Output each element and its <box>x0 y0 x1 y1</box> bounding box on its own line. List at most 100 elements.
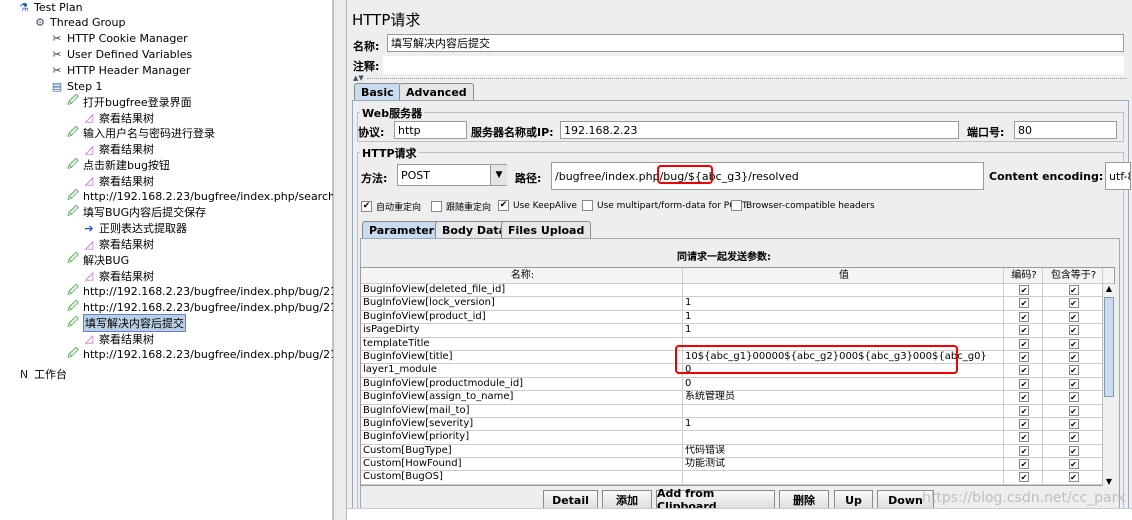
checkbox[interactable]: 跟随重定向 <box>431 200 491 213</box>
checkbox[interactable]: ✔ 自动重定向 <box>361 200 421 213</box>
include-equals-checkbox[interactable]: ✔ <box>1068 459 1079 470</box>
tab-basic[interactable]: Basic <box>354 83 401 100</box>
path-input[interactable]: /bugfree/index.php/bug/${abc_g3}/resolve… <box>551 162 984 190</box>
encode-cell[interactable]: ✔ <box>1004 458 1043 471</box>
protocol-input[interactable]: http <box>394 121 467 139</box>
param-value[interactable] <box>683 284 1004 297</box>
encode-checkbox[interactable]: ✔ <box>1019 405 1029 416</box>
tree-node[interactable]: 🖉 填写解决内容后提交 <box>66 314 186 332</box>
param-value[interactable]: 1 <box>683 324 1004 337</box>
include-equals-checkbox[interactable]: ✔ <box>1068 392 1079 403</box>
checkbox[interactable]: ✔ Use KeepAlive <box>498 200 577 211</box>
include-equals-checkbox[interactable]: ✔ <box>1068 418 1079 429</box>
include-equals-checkbox[interactable]: ✔ <box>1068 365 1079 376</box>
param-value[interactable]: 1 <box>683 417 1004 431</box>
param-name[interactable]: Custom[HowFound] <box>361 458 683 471</box>
tree-node[interactable]: 🖉 http://192.168.2.23/bugfree/index.php/b… <box>66 347 344 363</box>
encode-cell[interactable]: ✔ <box>1004 350 1043 364</box>
encode-checkbox[interactable]: ✔ <box>1019 338 1029 349</box>
tree-node[interactable]: 🖉 填写BUG内容后提交保存 <box>66 204 206 220</box>
tree-node[interactable]: 🖉 输入用户名与密码进行登录 <box>66 125 215 141</box>
param-name[interactable]: BugInfoView[productmodule_id] <box>361 377 683 391</box>
include-equals-cell[interactable]: ✔ <box>1043 391 1103 404</box>
tree-node[interactable]: ◿ 察看结果树 <box>82 236 154 252</box>
param-value[interactable]: 1 <box>683 310 1004 324</box>
include-equals-cell[interactable]: ✔ <box>1043 310 1103 324</box>
include-equals-checkbox[interactable]: ✔ <box>1068 298 1079 309</box>
encode-checkbox[interactable]: ✔ <box>1019 298 1029 309</box>
include-equals-checkbox[interactable]: ✔ <box>1068 351 1079 362</box>
table-row[interactable]: BugInfoView[severity] 1 ✔ ✔ <box>361 417 1114 432</box>
encode-cell[interactable]: ✔ <box>1004 310 1043 324</box>
comment-input[interactable] <box>383 56 1124 74</box>
table-row[interactable]: BugInfoView[deleted_file_id] ✔ ✔ <box>361 284 1114 298</box>
table-row[interactable]: isPageDirty 1 ✔ ✔ <box>361 324 1114 338</box>
up-button[interactable]: Up <box>834 490 873 510</box>
tree-node[interactable]: ◿ 察看结果树 <box>82 110 154 126</box>
tree-node[interactable]: ◿ 察看结果树 <box>82 331 154 347</box>
encode-checkbox[interactable]: ✔ <box>1019 418 1029 429</box>
col-include-equals[interactable]: 包含等于? <box>1043 268 1103 283</box>
include-equals-checkbox[interactable]: ✔ <box>1068 338 1079 349</box>
table-scrollbar[interactable]: ▲ ▼ <box>1102 284 1115 486</box>
include-equals-cell[interactable]: ✔ <box>1043 417 1103 431</box>
scroll-down-icon[interactable]: ▼ <box>1103 477 1115 486</box>
tree-node[interactable]: ◿ 察看结果树 <box>82 173 154 189</box>
encode-checkbox[interactable]: ✔ <box>1019 365 1029 376</box>
tree-node[interactable]: ✂ User Defined Variables <box>50 46 192 62</box>
param-name[interactable]: BugInfoView[deleted_file_id] <box>361 284 683 297</box>
encode-cell[interactable]: ✔ <box>1004 444 1043 458</box>
add-from-clipboard-button[interactable]: Add from Clipboard <box>656 487 775 513</box>
checkbox-box[interactable]: ✔ <box>361 201 372 212</box>
include-equals-checkbox[interactable]: ✔ <box>1068 378 1079 389</box>
parameters-table[interactable]: 名称: 值 编码? 包含等于? BugInfoView[deleted_file… <box>360 267 1115 486</box>
param-name[interactable]: BugInfoView[lock_version] <box>361 297 683 310</box>
server-input[interactable]: 192.168.2.23 <box>560 121 959 139</box>
tree-node[interactable]: 🖉 http://192.168.2.23/bugfree/index.php/b… <box>66 283 344 299</box>
tree-node[interactable]: 🖉 点击新建bug按钮 <box>66 157 170 173</box>
tree-node[interactable]: ◿ 察看结果树 <box>82 141 154 157</box>
split-pane-divider[interactable] <box>333 0 347 520</box>
include-equals-cell[interactable]: ✔ <box>1043 297 1103 310</box>
tree-node[interactable]: 🖉 打开bugfree登录界面 <box>66 94 192 110</box>
encode-cell[interactable]: ✔ <box>1004 404 1043 417</box>
encode-cell[interactable]: ✔ <box>1004 417 1043 431</box>
table-row[interactable]: BugInfoView[assign_to_name] 系统管理员 ✔ ✔ <box>361 391 1114 405</box>
table-row[interactable]: BugInfoView[lock_version] 1 ✔ ✔ <box>361 297 1114 311</box>
param-name[interactable]: BugInfoView[title] <box>361 350 683 364</box>
include-equals-cell[interactable]: ✔ <box>1043 471 1103 484</box>
checkbox[interactable]: Use multipart/form-data for POST <box>582 200 748 211</box>
param-value[interactable]: 1 <box>683 297 1004 310</box>
encode-checkbox[interactable]: ✔ <box>1019 472 1029 483</box>
include-equals-cell[interactable]: ✔ <box>1043 404 1103 417</box>
tree-node[interactable]: N 工作台 <box>17 366 67 382</box>
param-name[interactable]: templateTitle <box>361 337 683 350</box>
table-row[interactable]: Custom[HowFound] 功能测试 ✔ ✔ <box>361 458 1114 472</box>
encode-cell[interactable]: ✔ <box>1004 297 1043 310</box>
col-encode[interactable]: 编码? <box>1004 268 1043 283</box>
port-input[interactable]: 80 <box>1014 121 1117 139</box>
param-name[interactable]: layer1_module <box>361 364 683 377</box>
include-equals-cell[interactable]: ✔ <box>1043 431 1103 444</box>
param-name[interactable]: BugInfoView[severity] <box>361 417 683 431</box>
param-value[interactable] <box>683 431 1004 444</box>
tree-node[interactable]: ⚗ Test Plan <box>17 0 83 15</box>
include-equals-cell[interactable]: ✔ <box>1043 324 1103 337</box>
include-equals-checkbox[interactable]: ✔ <box>1068 311 1079 322</box>
encode-checkbox[interactable]: ✔ <box>1019 432 1029 443</box>
scroll-thumb[interactable] <box>1104 297 1114 397</box>
param-name[interactable]: BugInfoView[priority] <box>361 431 683 444</box>
collapse-arrows-icon[interactable]: ▲▼ <box>353 74 364 82</box>
param-value[interactable]: 功能测试 <box>683 458 1004 471</box>
param-value[interactable]: 代码错误 <box>683 444 1004 458</box>
param-name[interactable]: Custom[BugType] <box>361 444 683 458</box>
param-value[interactable] <box>683 471 1004 484</box>
checkbox-box[interactable] <box>431 201 442 212</box>
encode-checkbox[interactable]: ✔ <box>1019 325 1029 336</box>
encode-checkbox[interactable]: ✔ <box>1019 311 1029 322</box>
table-row[interactable]: Custom[BugOS] ✔ ✔ <box>361 471 1114 485</box>
tree-node[interactable]: ◿ 察看结果树 <box>82 268 154 284</box>
encode-cell[interactable]: ✔ <box>1004 364 1043 377</box>
param-value[interactable] <box>683 404 1004 417</box>
subtab-files-upload[interactable]: Files Upload <box>501 221 592 238</box>
